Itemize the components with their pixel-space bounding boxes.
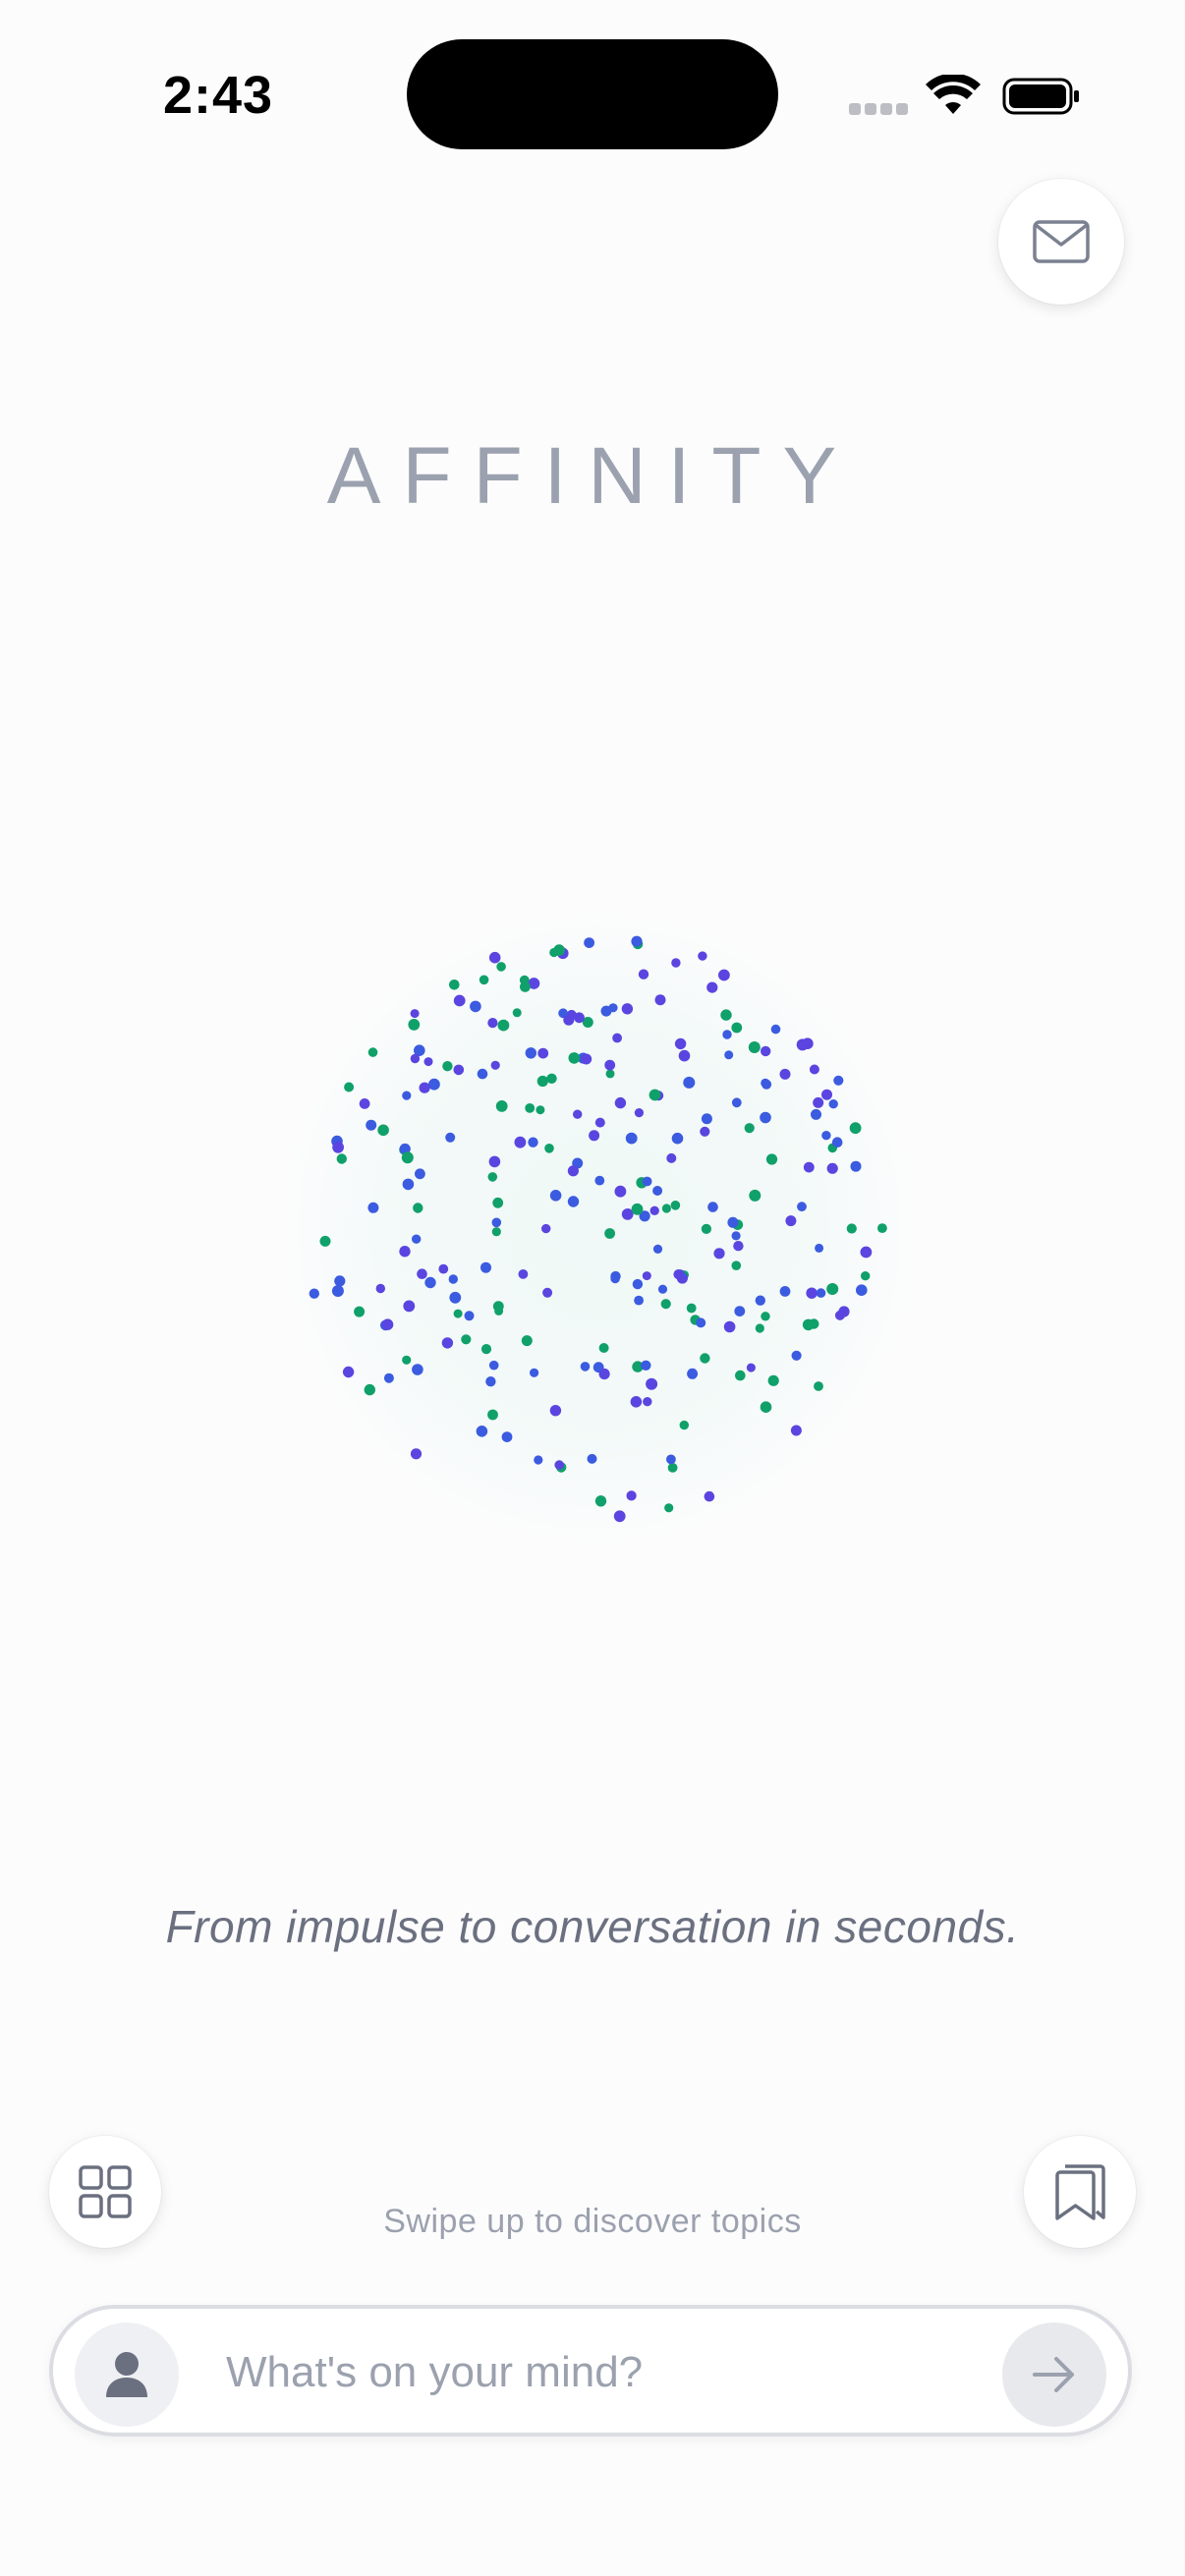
- app-title: AFFINITY: [326, 431, 859, 521]
- arrow-right-icon: [1033, 2357, 1074, 2392]
- profile-avatar-button[interactable]: [75, 2323, 179, 2427]
- orb-glow: [285, 914, 914, 1542]
- inbox-button[interactable]: [998, 179, 1124, 305]
- dynamic-island: [407, 39, 778, 149]
- person-icon: [106, 2352, 147, 2397]
- wifi-icon: [926, 75, 981, 114]
- envelope-icon: [1033, 220, 1090, 263]
- battery-icon: [1002, 78, 1079, 115]
- tagline: From impulse to conversation in seconds.: [165, 1901, 1020, 1952]
- send-button[interactable]: [1002, 2323, 1106, 2427]
- cellular-signal-icon: [849, 103, 908, 117]
- status-time: 2:43: [163, 66, 274, 125]
- prompt-input[interactable]: [226, 2338, 933, 2407]
- swipe-hint: Swipe up to discover topics: [383, 2203, 802, 2240]
- home-screen: 2:43 AFFINITY From impulse to conversati…: [0, 0, 1185, 2576]
- composer-bar: [49, 2305, 1132, 2436]
